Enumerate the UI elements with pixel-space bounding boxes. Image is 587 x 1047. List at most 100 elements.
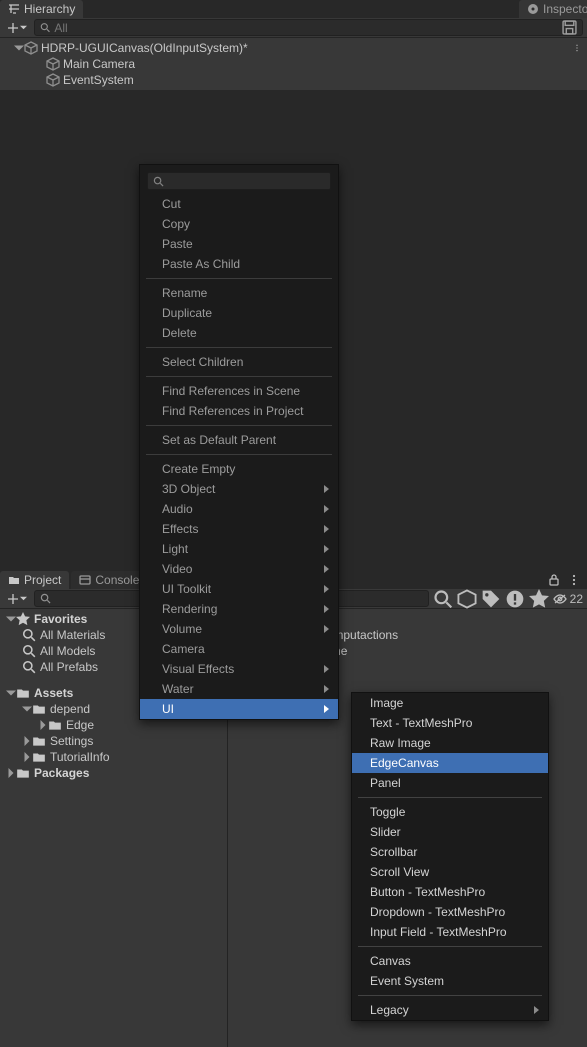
create-dropdown-button[interactable] [4, 22, 30, 34]
context-item-ui[interactable]: UI [140, 699, 338, 719]
context-item-paste-as-child[interactable]: Paste As Child [140, 254, 338, 274]
scene-icon [24, 41, 38, 55]
project-tab[interactable]: Project [0, 571, 69, 589]
context-item-light[interactable]: Light [140, 539, 338, 559]
folder-icon [16, 766, 30, 780]
project-tab-label: Project [24, 573, 61, 587]
submenu-item-dropdown-textmeshpro[interactable]: Dropdown - TextMeshPro [352, 902, 548, 922]
context-item-rename[interactable]: Rename [140, 283, 338, 303]
filter-favorite-icon[interactable] [529, 591, 549, 607]
submenu-item-slider[interactable]: Slider [352, 822, 548, 842]
save-search-icon[interactable] [562, 21, 577, 35]
gameobject-label: EventSystem [63, 73, 134, 87]
context-item-find-references-in-project[interactable]: Find References in Project [140, 401, 338, 421]
favorite-label: All Prefabs [40, 660, 98, 674]
submenu-item-scrollbar[interactable]: Scrollbar [352, 842, 548, 862]
context-item-select-children[interactable]: Select Children [140, 352, 338, 372]
hidden-count-value: 22 [570, 592, 583, 606]
scene-row[interactable]: HDRP-UGUICanvas(OldInputSystem)* [0, 40, 587, 56]
submenu-item-input-field-textmeshpro[interactable]: Input Field - TextMeshPro [352, 922, 548, 942]
folder-item[interactable]: TutorialInfo [0, 749, 227, 765]
submenu-item-event-system[interactable]: Event System [352, 971, 548, 991]
search-all-icon[interactable] [433, 591, 453, 607]
context-item-camera[interactable]: Camera [140, 639, 338, 659]
folder-icon [16, 686, 30, 700]
context-item-visual-effects[interactable]: Visual Effects [140, 659, 338, 679]
gameobject-icon [46, 57, 60, 71]
project-create-button[interactable] [4, 593, 30, 605]
filter-log-icon[interactable] [505, 591, 525, 607]
context-item-paste[interactable]: Paste [140, 234, 338, 254]
submenu-item-legacy[interactable]: Legacy [352, 1000, 548, 1020]
gameobject-row[interactable]: EventSystem [0, 72, 587, 88]
submenu-item-scroll-view[interactable]: Scroll View [352, 862, 548, 882]
search-icon [22, 644, 36, 658]
context-item-3d-object[interactable]: 3D Object [140, 479, 338, 499]
folder-icon [32, 750, 46, 764]
context-item-audio[interactable]: Audio [140, 499, 338, 519]
filter-label-icon[interactable] [481, 591, 501, 607]
folder-item[interactable]: Settings [0, 733, 227, 749]
context-item-water[interactable]: Water [140, 679, 338, 699]
packages-label: Packages [34, 766, 89, 780]
search-icon [22, 660, 36, 674]
gameobject-label: Main Camera [63, 57, 135, 71]
hierarchy-search-input[interactable] [34, 19, 583, 36]
context-item-video[interactable]: Video [140, 559, 338, 579]
lock-icon[interactable] [547, 573, 561, 587]
context-item-volume[interactable]: Volume [140, 619, 338, 639]
star-icon [16, 612, 30, 626]
context-item-copy[interactable]: Copy [140, 214, 338, 234]
submenu-item-text-textmeshpro[interactable]: Text - TextMeshPro [352, 713, 548, 733]
hierarchy-search-field[interactable] [54, 21, 558, 35]
kebab-menu-icon[interactable] [567, 573, 581, 587]
scene-name: HDRP-UGUICanvas(OldInputSystem)* [41, 41, 248, 55]
context-item-create-empty[interactable]: Create Empty [140, 459, 338, 479]
context-search-input[interactable] [147, 172, 331, 190]
submenu-item-edgecanvas[interactable]: EdgeCanvas [352, 753, 548, 773]
console-icon [79, 574, 91, 586]
favorite-label: All Models [40, 644, 95, 658]
context-menu: CutCopyPastePaste As Child RenameDuplicat… [139, 164, 339, 720]
context-item-find-references-in-scene[interactable]: Find References in Scene [140, 381, 338, 401]
gameobject-icon [46, 73, 60, 87]
hierarchy-tab-label: Hierarchy [24, 2, 75, 16]
inspector-tab[interactable]: Inspector [519, 0, 587, 18]
submenu-item-toggle[interactable]: Toggle [352, 802, 548, 822]
submenu-item-panel[interactable]: Panel [352, 773, 548, 793]
foldout-icon[interactable] [14, 43, 24, 53]
submenu-item-raw-image[interactable]: Raw Image [352, 733, 548, 753]
favorite-label: All Materials [40, 628, 105, 642]
folder-label: Edge [66, 718, 94, 732]
folder-icon [32, 734, 46, 748]
folder-icon [32, 702, 46, 716]
folder-icon [48, 718, 62, 732]
console-tab[interactable]: Console [71, 571, 147, 589]
context-item-duplicate[interactable]: Duplicate [140, 303, 338, 323]
folder-label: TutorialInfo [50, 750, 110, 764]
context-item-effects[interactable]: Effects [140, 519, 338, 539]
hidden-count[interactable]: 22 [553, 592, 583, 606]
submenu-item-image[interactable]: Image [352, 693, 548, 713]
console-tab-label: Console [95, 573, 139, 587]
folder-label: depend [50, 702, 90, 716]
context-item-delete[interactable]: Delete [140, 323, 338, 343]
search-icon [22, 628, 36, 642]
gameobject-row[interactable]: Main Camera [0, 56, 587, 72]
submenu-item-canvas[interactable]: Canvas [352, 951, 548, 971]
context-submenu-ui: ImageText - TextMeshProRaw ImageEdgeCanv… [351, 692, 549, 1021]
hierarchy-icon [8, 3, 20, 15]
context-item-ui-toolkit[interactable]: UI Toolkit [140, 579, 338, 599]
context-item-cut[interactable]: Cut [140, 194, 338, 214]
packages-header[interactable]: Packages [0, 765, 227, 781]
context-item-set-as-default-parent[interactable]: Set as Default Parent [140, 430, 338, 450]
project-icon [8, 574, 20, 586]
favorites-label: Favorites [34, 612, 87, 626]
assets-label: Assets [34, 686, 73, 700]
filter-type-icon[interactable] [457, 591, 477, 607]
hierarchy-tab[interactable]: Hierarchy [0, 0, 83, 18]
scene-kebab-icon[interactable] [573, 41, 587, 55]
context-item-rendering[interactable]: Rendering [140, 599, 338, 619]
folder-label: Settings [50, 734, 93, 748]
submenu-item-button-textmeshpro[interactable]: Button - TextMeshPro [352, 882, 548, 902]
